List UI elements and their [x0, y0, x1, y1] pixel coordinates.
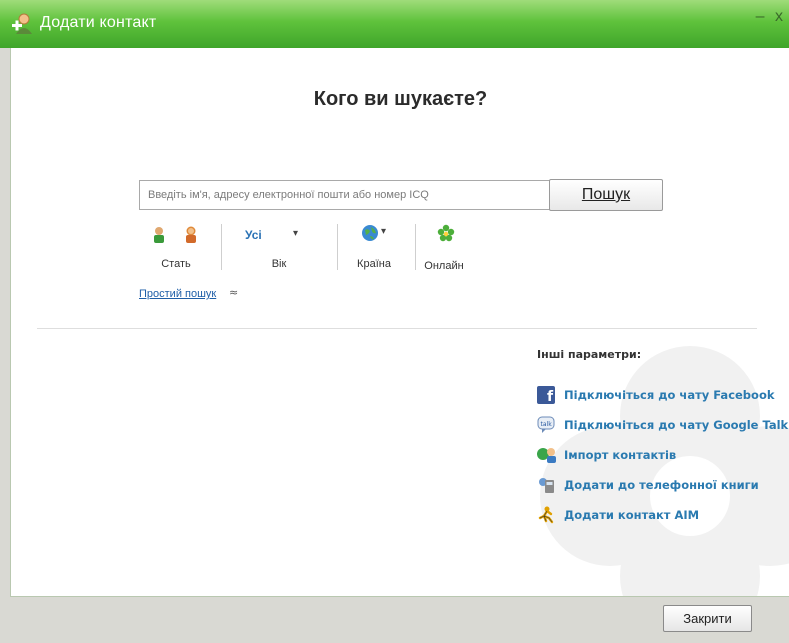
other-options-title: Інші параметри: — [537, 348, 642, 361]
online-label: Онлайн — [424, 260, 464, 272]
globe-icon[interactable] — [361, 224, 379, 246]
gender-filter: Стать — [139, 220, 213, 272]
page-heading: Кого ви шукаєте? — [313, 88, 488, 110]
link-label[interactable]: Додати до телефонної книги — [564, 478, 759, 492]
close-button-label: Закрити — [683, 611, 732, 626]
search-button[interactable]: Пошук — [549, 179, 663, 211]
google-talk-icon: talk — [537, 416, 555, 438]
close-window-button[interactable]: x — [775, 8, 783, 25]
simple-search-link[interactable]: Простий пошук — [139, 288, 216, 300]
search-input[interactable] — [139, 180, 555, 210]
import-contacts-icon — [537, 446, 557, 468]
phonebook-icon — [537, 476, 555, 498]
male-icon[interactable] — [151, 226, 167, 248]
collapse-up-icon[interactable]: ≈ — [229, 286, 238, 299]
link-label[interactable]: Імпорт контактів — [564, 448, 676, 462]
chevron-down-icon[interactable]: ▾ — [293, 228, 298, 239]
svg-text:f: f — [547, 389, 554, 404]
aim-icon — [537, 506, 555, 528]
age-filter[interactable]: Усі ▾ Вік — [229, 220, 329, 272]
section-divider — [37, 328, 757, 329]
online-filter[interactable]: Онлайн — [411, 220, 477, 272]
chevron-down-icon[interactable]: ▾ — [381, 226, 386, 237]
close-button[interactable]: Закрити — [663, 605, 752, 632]
link-label[interactable]: Додати контакт AIM — [564, 508, 699, 522]
link-label[interactable]: Підключіться до чату Facebook — [564, 388, 775, 402]
gender-label: Стать — [161, 258, 191, 270]
window-controls: – x — [750, 8, 783, 26]
filter-divider — [221, 224, 222, 270]
search-button-label: Пошук — [581, 186, 631, 203]
svg-text:talk: talk — [541, 421, 553, 428]
facebook-icon: f — [537, 386, 555, 408]
minimize-button[interactable]: – — [756, 8, 765, 25]
country-label: Країна — [357, 258, 391, 270]
age-label: Вік — [271, 258, 287, 270]
window-title: Додати контакт — [40, 14, 157, 31]
female-icon[interactable] — [183, 226, 199, 248]
filter-divider — [337, 224, 338, 270]
country-filter[interactable]: ▾ Країна — [339, 220, 409, 272]
add-contact-icon — [10, 12, 34, 40]
title-bar: Додати контакт – x — [0, 0, 789, 48]
link-label[interactable]: Підключіться до чату Google Talk — [564, 418, 788, 432]
age-select[interactable]: Усі — [245, 228, 262, 242]
content-panel: Кого ви шукаєте? Пошук Стать Усі ▾ Вік ▾ — [10, 48, 789, 597]
online-flower-icon[interactable] — [437, 224, 455, 246]
